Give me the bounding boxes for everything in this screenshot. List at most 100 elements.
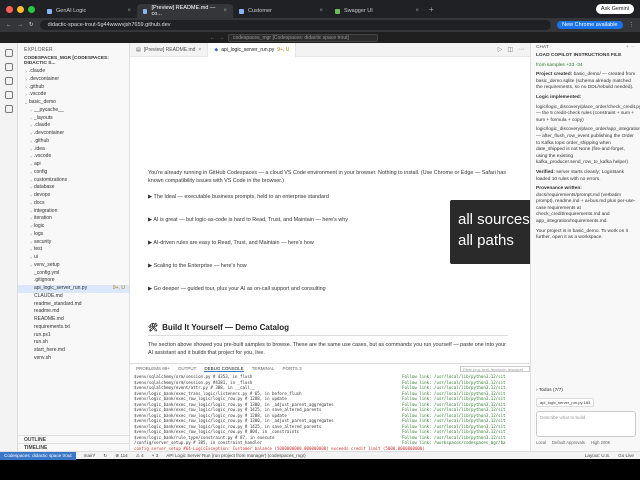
outline-section[interactable]: OUTLINE	[18, 435, 130, 443]
extensions-icon[interactable]	[4, 105, 13, 113]
mode-local[interactable]: Local	[536, 440, 546, 445]
new-chrome-button[interactable]: New Chrome available	[557, 21, 623, 29]
tab-ports[interactable]: PORTS 3	[282, 366, 301, 371]
tree-item[interactable]: run.ps1	[18, 332, 129, 340]
workspace-root[interactable]: CODESPACES_MGR [CODESPACES: DIDACTIC S..…	[18, 55, 129, 67]
tree-item[interactable]: run.sh	[18, 339, 129, 347]
debug-console-output[interactable]: $venv/sqlalchemy/orm/session.py # 4353, …	[130, 373, 530, 451]
tree-item[interactable]: › docs	[18, 200, 129, 208]
split-editor-icon[interactable]: ◫	[507, 46, 513, 53]
run-config[interactable]: API Logic Server Run (run project from m…	[166, 453, 305, 458]
run-debug-icon[interactable]	[4, 91, 13, 99]
tree-item[interactable]: CLAUDE.md	[18, 293, 129, 301]
instructions-section[interactable]: LOAD COPILOT INSTRUCTIONS FILE	[536, 53, 636, 60]
tree-item[interactable]: › devops	[18, 192, 129, 200]
menu-dots-icon[interactable]: ⋮	[629, 22, 635, 28]
sync-icon[interactable]: ↻	[103, 453, 107, 459]
browser-tab-preview[interactable]: [Preview] README.md — co... ×	[137, 4, 233, 18]
tab-debug-console[interactable]: DEBUG CONSOLE	[204, 366, 244, 372]
maximize-window-button[interactable]	[28, 5, 35, 13]
warnings-count[interactable]: ⚠ 4	[136, 453, 144, 459]
tree-item[interactable]: › security	[18, 239, 129, 247]
tree-item[interactable]: › database	[18, 184, 129, 192]
errors-count[interactable]: ⊗ 114	[115, 453, 127, 459]
close-window-button[interactable]	[6, 5, 13, 13]
run-icon[interactable]: ▷	[498, 46, 503, 53]
ports-count[interactable]: ⑂ 3	[152, 453, 159, 458]
close-tab-icon[interactable]: ×	[223, 8, 227, 14]
tree-item[interactable]: › .claude	[18, 68, 129, 76]
chat-input[interactable]: Describe what to build	[536, 411, 636, 437]
tree-item[interactable]: readme_standard.md	[18, 301, 129, 309]
source-control-icon[interactable]	[4, 77, 13, 85]
tree-item[interactable]: start_here.md	[18, 347, 129, 355]
close-tab-icon[interactable]: ×	[415, 8, 419, 14]
mode-model[interactable]: High 200K	[591, 440, 611, 445]
tree-item[interactable]: › .github	[18, 138, 129, 146]
details-ai-great[interactable]: ▶ AI is great — but logic-as-code is har…	[148, 217, 348, 223]
mode-approvals[interactable]: Default Approvals	[552, 440, 585, 445]
tree-item[interactable]: › iteration	[18, 215, 129, 223]
new-tab-button[interactable]: +	[425, 5, 438, 14]
tree-item[interactable]: › api	[18, 161, 129, 169]
tree-item[interactable]: .gitignore	[18, 277, 129, 285]
tree-item[interactable]: › __pycache__	[18, 107, 129, 115]
tab-terminal[interactable]: TERMINAL	[252, 366, 275, 371]
forward-icon[interactable]: →	[18, 22, 24, 28]
ask-gemini-button[interactable]: Ask Gemini	[595, 4, 634, 14]
close-tab-icon[interactable]: ×	[127, 8, 131, 14]
go-live-button[interactable]: Go Live	[618, 453, 634, 458]
details-ideal[interactable]: ▶ The Ideal — executable business prompt…	[148, 194, 329, 200]
layout-indicator[interactable]: Layout: U.S.	[585, 453, 610, 458]
details-scaling[interactable]: ▶ Scaling to the Enterprise — here's how	[148, 263, 247, 269]
tree-item[interactable]: › integration	[18, 208, 129, 216]
branch-indicator[interactable]: main*	[84, 453, 96, 458]
tree-item[interactable]: ⌄ basic_demo	[18, 99, 129, 107]
tab-readme-preview[interactable]: ▤ [Preview] README.md ×	[130, 43, 209, 57]
tree-item[interactable]: › .devcontainer	[18, 130, 129, 138]
tree-item[interactable]: › .idea	[18, 146, 129, 154]
tree-item[interactable]: › .vscode	[18, 91, 129, 99]
minimize-window-button[interactable]	[17, 5, 24, 13]
tree-item[interactable]: README.md	[18, 316, 129, 324]
tree-item[interactable]: › config	[18, 169, 129, 177]
tree-item[interactable]: › .github	[18, 84, 129, 92]
details-go-deeper[interactable]: ▶ Go deeper — guided tour, plus your AI …	[148, 286, 326, 292]
tree-item[interactable]: › test	[18, 246, 129, 254]
tree-item[interactable]: readme.md	[18, 308, 129, 316]
tree-item[interactable]: › _layouts	[18, 115, 129, 123]
tree-item[interactable]: › ui	[18, 254, 129, 262]
more-actions-icon[interactable]: ⋯	[518, 46, 524, 53]
nav-forward-icon[interactable]: →	[219, 35, 224, 41]
tree-item[interactable]: venv.sh	[18, 355, 129, 363]
reload-icon[interactable]: ↻	[29, 22, 34, 28]
browser-tab-genai[interactable]: GenAI Logic ×	[41, 4, 137, 18]
timeline-section[interactable]: TIMELINE	[18, 443, 130, 451]
tab-output[interactable]: OUTPUT	[178, 366, 197, 371]
debug-filter-input[interactable]: Filter (e.g. text, !exclude, \escape)	[460, 365, 530, 372]
browser-tab-customer[interactable]: Customer ×	[233, 4, 329, 18]
close-tab-icon[interactable]: ×	[319, 8, 323, 14]
chat-actions-icon[interactable]: + ⋯	[626, 45, 635, 51]
tree-item[interactable]: api_logic_server_run.py 9+, U	[18, 285, 129, 293]
todos-toggle[interactable]: › Todos (7/7)	[536, 388, 563, 393]
tree-item[interactable]: › .claude	[18, 122, 129, 130]
context-file-chip[interactable]: api_logic_server_run.py:183	[536, 398, 595, 407]
command-center[interactable]: codespaces_mgr [Codespaces: didactic spa…	[228, 33, 378, 42]
tree-item[interactable]: requirements.txt	[18, 324, 129, 332]
remote-indicator[interactable]: Codespaces: didactic space trout	[0, 451, 76, 460]
tree-item[interactable]: _config.yml	[18, 270, 129, 278]
tree-item[interactable]: › logs	[18, 231, 129, 239]
explorer-icon[interactable]	[4, 49, 13, 57]
browser-tab-swagger[interactable]: Swagger UI ×	[329, 4, 425, 18]
nav-back-icon[interactable]: ←	[210, 35, 215, 41]
tab-problems[interactable]: PROBLEMS 99+	[136, 366, 170, 371]
tab-api-logic-server-run[interactable]: ◆ api_logic_server_run.py 9+, U	[208, 43, 297, 57]
url-bar[interactable]: didactic-space-trout-5g44wwwvjsh7659.git…	[39, 20, 552, 30]
close-tab-icon[interactable]: ×	[198, 47, 201, 53]
back-icon[interactable]: ←	[6, 22, 12, 28]
tree-item[interactable]: › logic	[18, 223, 129, 231]
tree-item[interactable]: › .vscode	[18, 153, 129, 161]
details-ai-rules[interactable]: ▶ AI-driven rules are easy to Read, Trus…	[148, 240, 314, 246]
search-icon[interactable]	[4, 63, 13, 71]
